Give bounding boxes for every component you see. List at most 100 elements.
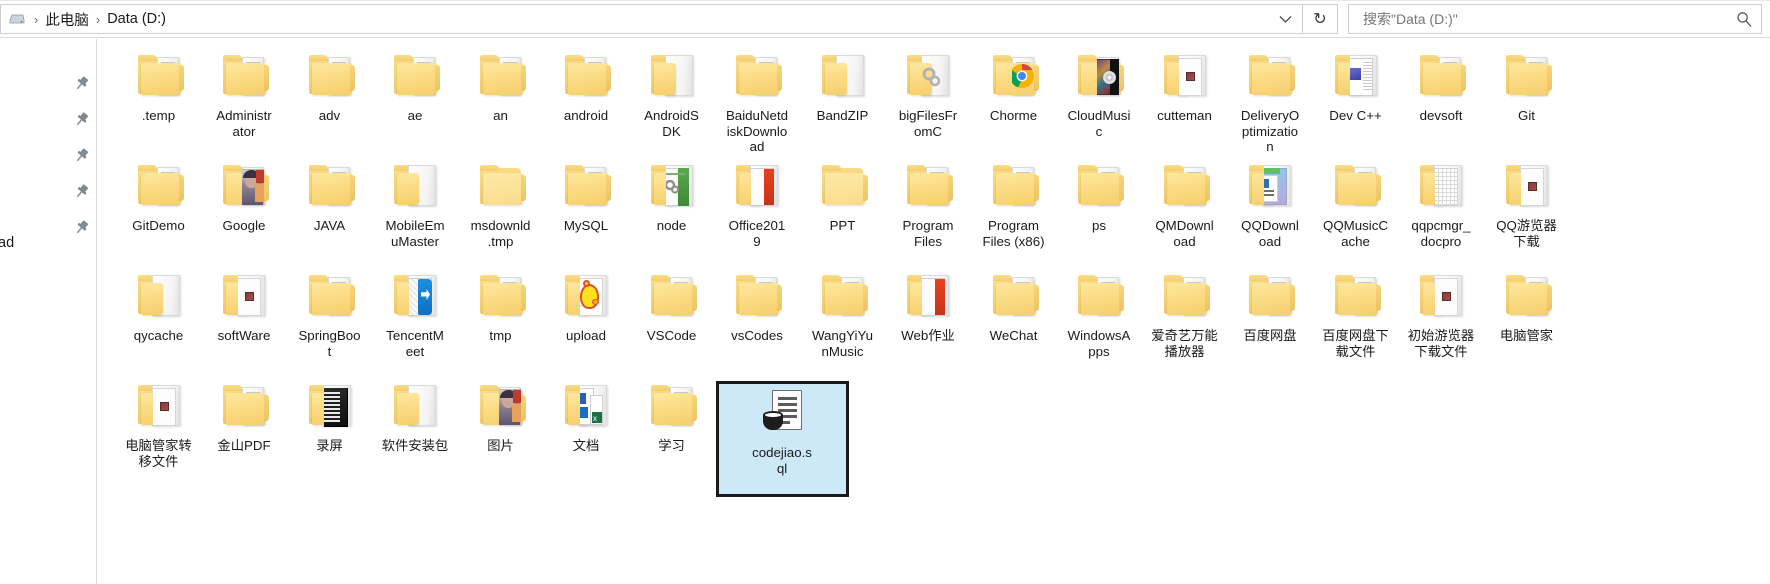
file-item[interactable]: Office201 9	[715, 157, 800, 265]
file-item[interactable]: vsCodes	[715, 267, 800, 375]
file-item[interactable]: Web作业	[886, 267, 971, 375]
file-item-label: 百度网盘下 载文件	[1322, 328, 1389, 359]
file-item-label: Administr ator	[216, 108, 272, 139]
file-item[interactable]: 学习	[629, 377, 714, 485]
file-item[interactable]: 电脑管家	[1484, 267, 1569, 375]
file-item[interactable]: AndroidS DK	[629, 47, 714, 155]
folder-photo-icon	[472, 382, 530, 434]
file-item[interactable]: Dev C++	[1313, 47, 1398, 155]
file-grid-row: .temp Administr ator adv ae an android Android…	[98, 47, 1770, 157]
file-item[interactable]: devsoft	[1399, 47, 1484, 155]
file-item[interactable]: BaiduNetd iskDownlo ad	[715, 47, 800, 155]
file-item[interactable]: GitDemo	[116, 157, 201, 265]
pin-icon[interactable]	[73, 183, 90, 200]
file-item[interactable]: JAVA	[287, 157, 372, 265]
search-input[interactable]	[1361, 10, 1735, 28]
file-item[interactable]: 图片	[458, 377, 543, 485]
file-item[interactable]: BandZIP	[800, 47, 885, 155]
file-item[interactable]: MySQL	[544, 157, 629, 265]
file-item[interactable]: TencentM eet	[373, 267, 458, 375]
file-item-selected[interactable]: codejiao.s ql	[715, 377, 850, 497]
file-item-label: QQ游览器 下载	[1496, 218, 1557, 249]
breadcrumb-item-this-pc[interactable]: 此电脑	[45, 9, 89, 30]
file-item[interactable]: CloudMusi c	[1057, 47, 1142, 155]
file-item-label: 初始游览器 下载文件	[1407, 328, 1475, 359]
folder-thumb-icon	[215, 272, 273, 324]
folder-icon	[1070, 162, 1128, 214]
file-item-label: SpringBoo t	[298, 328, 361, 359]
search-icon[interactable]	[1735, 10, 1753, 28]
pin-icon[interactable]	[73, 147, 90, 164]
file-item[interactable]: .temp	[116, 47, 201, 155]
file-item[interactable]: WeChat	[971, 267, 1056, 375]
folder-icon	[130, 52, 188, 104]
file-item[interactable]: WindowsA pps	[1057, 267, 1142, 375]
folder-document-icon	[814, 52, 872, 104]
file-item[interactable]: SpringBoo t	[287, 267, 372, 375]
file-item[interactable]: QQDownl oad	[1228, 157, 1313, 265]
folder-icon	[1498, 52, 1556, 104]
file-item[interactable]: Program Files	[886, 157, 971, 265]
file-item[interactable]: PPT	[800, 157, 885, 265]
file-item[interactable]: 录屏	[287, 377, 372, 485]
folder-blue-icon	[386, 272, 444, 324]
file-item[interactable]: Git	[1484, 47, 1569, 155]
file-item[interactable]: cutteman	[1142, 47, 1227, 155]
breadcrumb[interactable]: › 此电脑 › Data (D:)	[0, 4, 1302, 34]
file-item[interactable]: Chorme	[971, 47, 1056, 155]
file-item-label: QMDownl oad	[1155, 218, 1214, 249]
folder-thumb-icon	[1498, 162, 1556, 214]
file-item-label: Office201 9	[728, 218, 786, 249]
file-item-label: 电脑管家	[1499, 328, 1554, 343]
file-item[interactable]: tmp	[458, 267, 543, 375]
file-list[interactable]: .temp Administr ator adv ae an android Android…	[98, 39, 1770, 584]
file-item[interactable]: WangYiYu nMusic	[800, 267, 885, 375]
file-item-label: an	[493, 108, 508, 123]
file-item[interactable]: 软件安装包	[373, 377, 458, 485]
file-item[interactable]: 初始游览器 下载文件	[1399, 267, 1484, 375]
folder-empty-icon	[814, 162, 872, 214]
file-item[interactable]: VSCode	[629, 267, 714, 375]
file-item[interactable]: android	[544, 47, 629, 155]
file-item[interactable]: QQ游览器 下载	[1484, 157, 1569, 265]
file-item[interactable]: Program Files (x86)	[971, 157, 1056, 265]
file-item[interactable]: bigFilesFr omC	[886, 47, 971, 155]
file-item[interactable]: ae	[373, 47, 458, 155]
file-item[interactable]: softWare	[202, 267, 287, 375]
file-item[interactable]: 金山PDF	[202, 377, 287, 485]
file-item[interactable]: node	[629, 157, 714, 265]
file-item[interactable]: x 文档	[544, 377, 629, 485]
pin-icon[interactable]	[73, 111, 90, 128]
file-item[interactable]: upload	[544, 267, 629, 375]
pin-icon[interactable]	[73, 219, 90, 236]
pin-icon[interactable]	[73, 75, 90, 92]
file-item[interactable]: 百度网盘下 载文件	[1313, 267, 1398, 375]
breadcrumb-separator-1: ›	[34, 11, 39, 27]
file-item[interactable]: Google	[202, 157, 287, 265]
file-item[interactable]: 爱奇艺万能 播放器	[1142, 267, 1227, 375]
refresh-button[interactable]: ↻	[1302, 4, 1338, 34]
file-item[interactable]: QMDownl oad	[1142, 157, 1227, 265]
file-item-label: 学习	[658, 438, 685, 453]
file-item[interactable]: adv	[287, 47, 372, 155]
file-item[interactable]: ps	[1057, 157, 1142, 265]
search-box[interactable]	[1348, 4, 1762, 34]
folder-icon	[1327, 162, 1385, 214]
file-item[interactable]: qqpcmgr_ docpro	[1399, 157, 1484, 265]
breadcrumb-item-data-drive[interactable]: Data (D:)	[107, 11, 166, 27]
file-item[interactable]: an	[458, 47, 543, 155]
file-item[interactable]: 电脑管家转 移文件	[116, 377, 201, 485]
folder-icon	[1498, 272, 1556, 324]
file-item[interactable]: QQMusicC ache	[1313, 157, 1398, 265]
file-item[interactable]: 百度网盘	[1228, 267, 1313, 375]
chevron-down-icon[interactable]	[1268, 15, 1302, 24]
folder-document-icon	[386, 382, 444, 434]
file-item-label: ps	[1091, 218, 1107, 233]
folder-icon	[899, 162, 957, 214]
file-item[interactable]: MobileEm uMaster	[373, 157, 458, 265]
file-item[interactable]: Administr ator	[202, 47, 287, 155]
file-item-label: 图片	[487, 438, 514, 453]
file-item[interactable]: qycache	[116, 267, 201, 375]
file-item[interactable]: DeliveryO ptimizatio n	[1228, 47, 1313, 155]
file-item[interactable]: msdownld .tmp	[458, 157, 543, 265]
